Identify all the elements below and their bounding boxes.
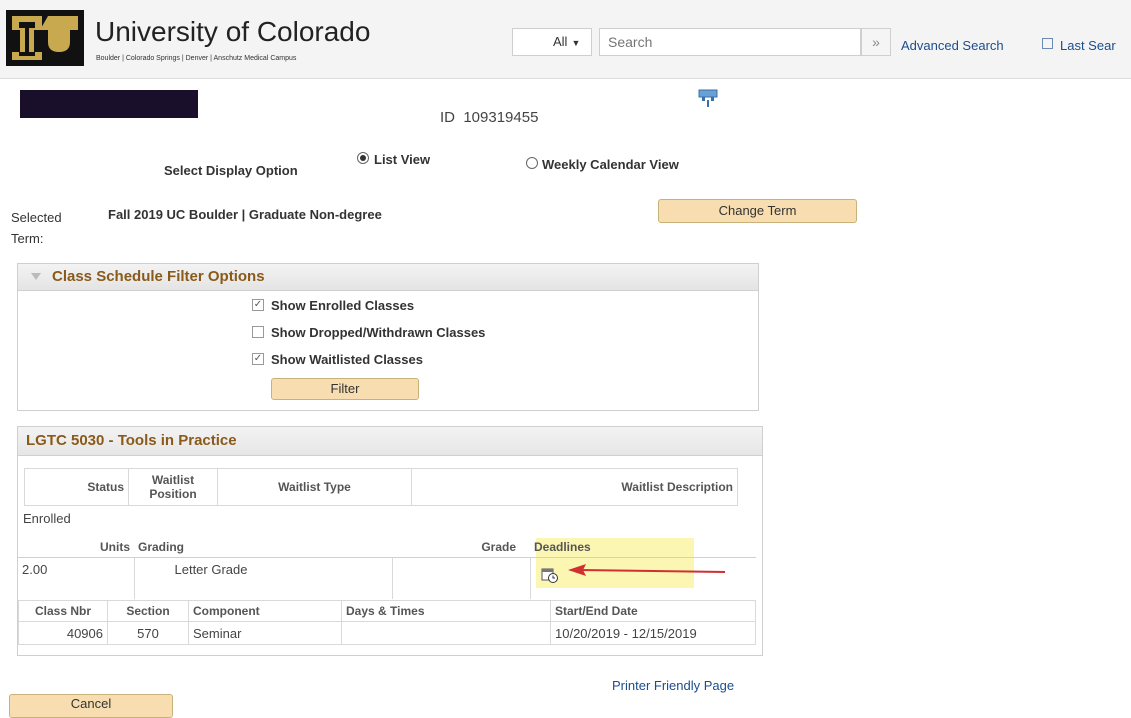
chevron-down-icon: ▼ <box>571 38 581 48</box>
units-value: 2.00 <box>18 557 135 599</box>
start-end-date-value: 10/20/2019 - 12/15/2019 <box>550 621 756 645</box>
class-nbr-header: Class Nbr <box>18 600 108 622</box>
collapse-triangle-icon[interactable] <box>31 273 41 280</box>
component-header: Component <box>188 600 342 622</box>
last-search-link[interactable]: Last Sear <box>1060 38 1116 53</box>
search-input[interactable] <box>599 28 861 56</box>
days-times-value <box>341 621 551 645</box>
meeting-table: Class Nbr Section Component Days & Times… <box>18 600 756 645</box>
university-logo-icon[interactable] <box>6 10 84 66</box>
redacted-student-name <box>20 90 198 118</box>
id-value: 109319455 <box>463 109 539 126</box>
component-value: Seminar <box>188 621 342 645</box>
show-enrolled-checkbox[interactable]: ✓ <box>252 299 264 311</box>
weekly-calendar-view-label[interactable]: Weekly Calendar View <box>542 157 679 172</box>
waitlist-type-header: Waitlist Type <box>217 468 412 506</box>
filter-panel-title[interactable]: Class Schedule Filter Options <box>52 268 265 285</box>
cancel-button[interactable]: Cancel <box>9 694 173 718</box>
waitlist-position-header: Waitlist Position <box>128 468 218 506</box>
search-scope-label: All <box>553 34 568 49</box>
days-times-header: Days & Times <box>341 600 551 622</box>
pin-icon[interactable] <box>697 88 719 108</box>
calendar-clock-icon[interactable] <box>541 567 559 583</box>
list-view-radio[interactable] <box>357 152 369 164</box>
show-waitlisted-checkbox[interactable]: ✓ <box>252 353 264 365</box>
weekly-calendar-view-radio[interactable] <box>526 157 538 169</box>
printer-friendly-link[interactable]: Printer Friendly Page <box>612 678 734 693</box>
units-header: Units <box>18 537 134 558</box>
list-view-label[interactable]: List View <box>374 152 430 167</box>
deadlines-header: Deadlines <box>530 537 756 558</box>
section-link[interactable]: 570 <box>107 621 189 645</box>
magnifier-icon[interactable] <box>1042 38 1053 49</box>
class-title: LGTC 5030 - Tools in Practice <box>26 432 237 449</box>
search-go-icon[interactable]: » <box>861 28 891 56</box>
waitlist-description-header: Waitlist Description <box>411 468 738 506</box>
start-end-date-header: Start/End Date <box>550 600 756 622</box>
status-table: Status Waitlist Position Waitlist Type W… <box>24 468 738 506</box>
student-id: ID 109319455 <box>440 109 538 126</box>
show-waitlisted-label: Show Waitlisted Classes <box>271 352 423 367</box>
show-dropped-checkbox[interactable] <box>252 326 264 338</box>
show-enrolled-label: Show Enrolled Classes <box>271 298 415 313</box>
filter-button[interactable]: Filter <box>271 378 419 400</box>
advanced-search-link[interactable]: Advanced Search <box>901 38 1004 53</box>
enrollment-status: Enrolled <box>23 511 71 526</box>
red-arrow-annotation <box>568 564 726 576</box>
campus-list: Boulder | Colorado Springs | Denver | An… <box>96 55 297 62</box>
section-header: Section <box>107 600 189 622</box>
search-scope-dropdown[interactable]: All ▼ <box>512 28 592 56</box>
grade-header: Grade <box>392 537 530 558</box>
grading-value: Letter Grade <box>134 557 393 599</box>
change-term-button[interactable]: Change Term <box>658 199 857 223</box>
university-name: University of Colorado <box>95 16 371 47</box>
display-option-label: Select Display Option <box>164 163 298 178</box>
status-header: Status <box>24 468 129 506</box>
grading-header: Grading <box>134 537 392 558</box>
show-dropped-label: Show Dropped/Withdrawn Classes <box>271 325 486 340</box>
selected-term-label: Selected Term: <box>11 210 62 246</box>
grade-value <box>392 557 531 599</box>
class-nbr-value: 40906 <box>18 621 108 645</box>
id-label: ID <box>440 109 455 126</box>
selected-term-value: Fall 2019 UC Boulder | Graduate Non-degr… <box>108 207 382 222</box>
